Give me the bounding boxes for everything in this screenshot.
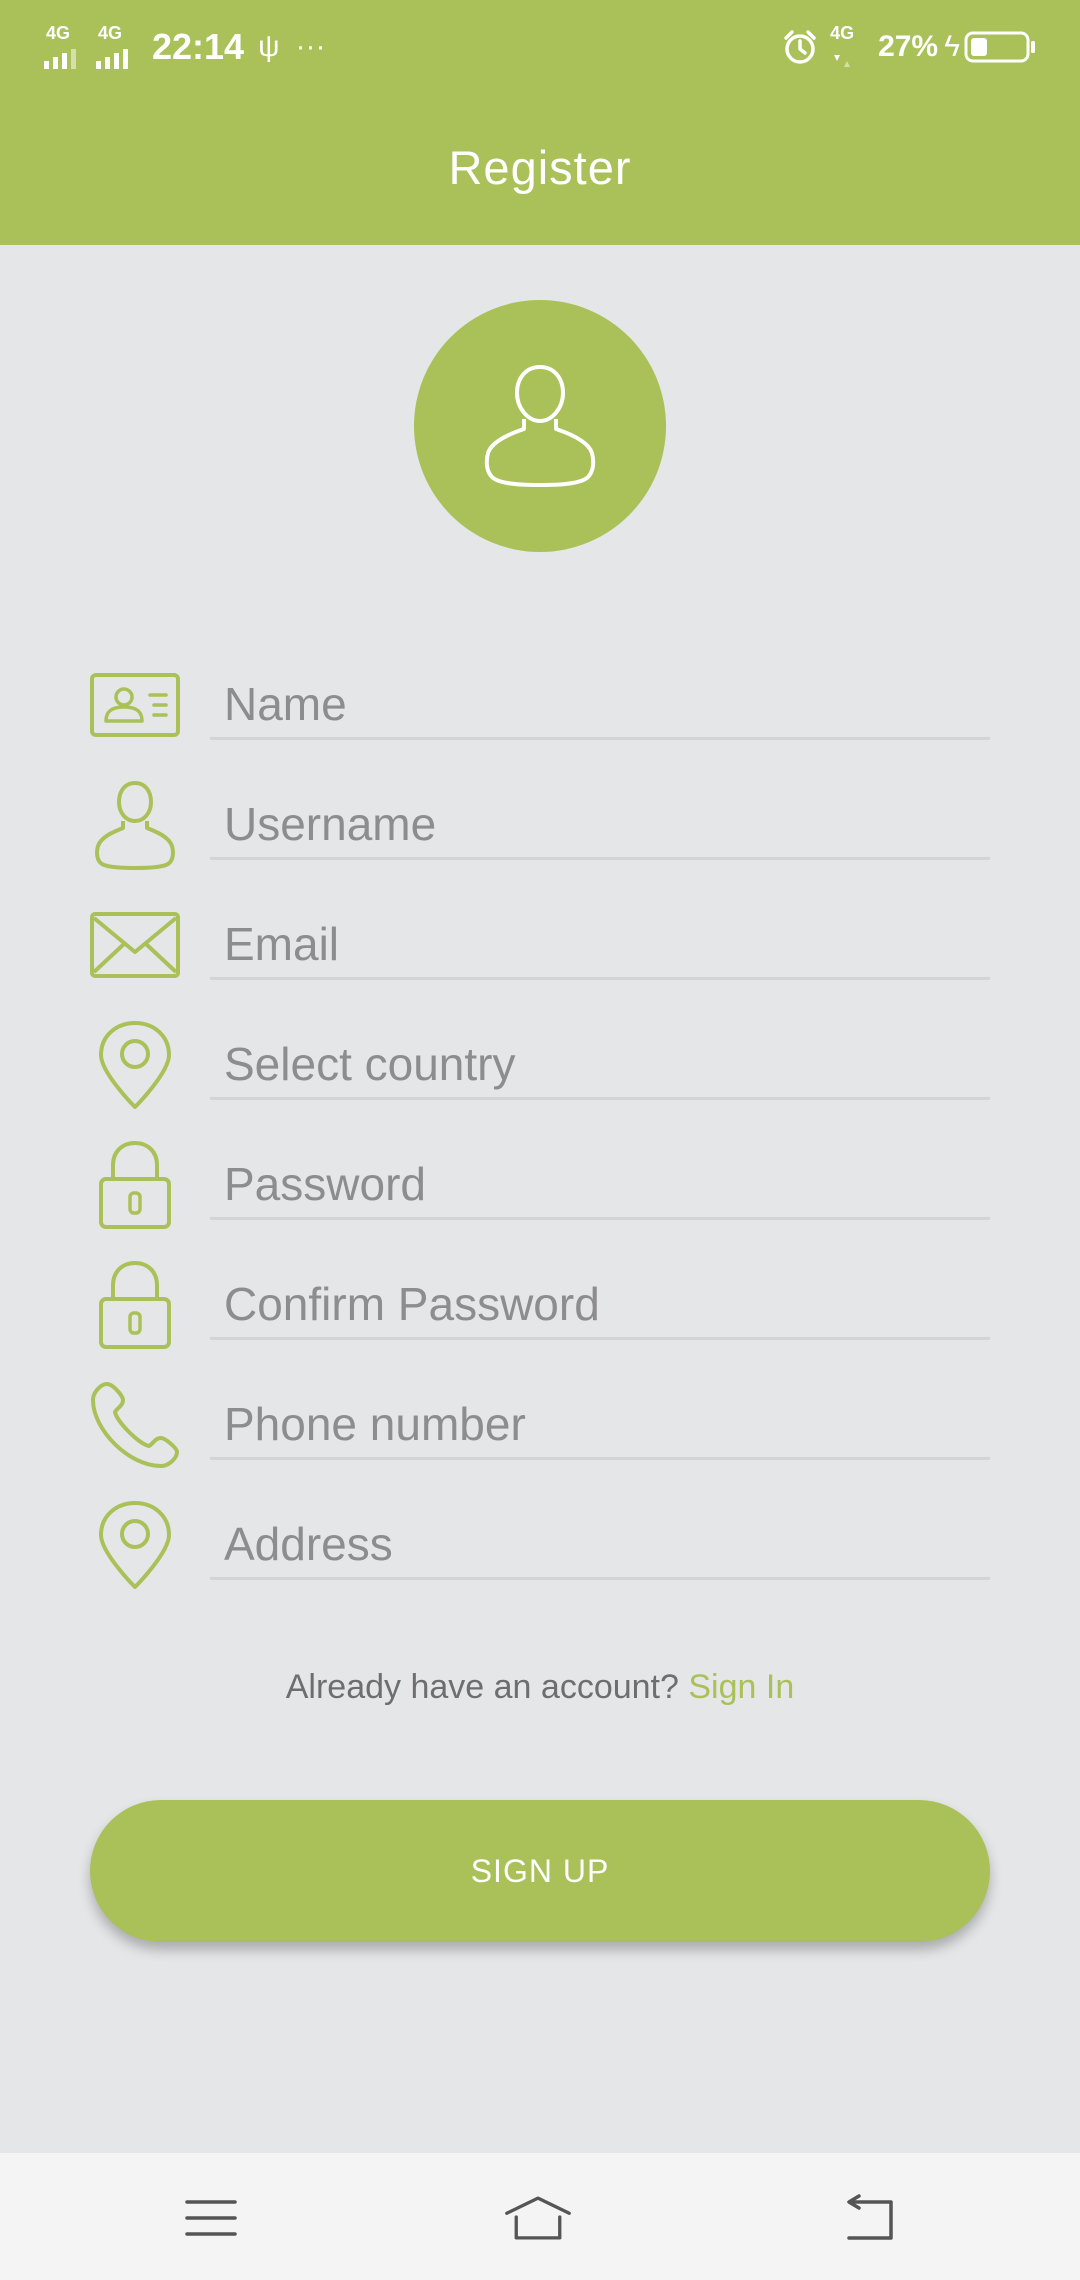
back-icon[interactable] xyxy=(834,2183,904,2253)
user-icon xyxy=(88,778,182,872)
name-input[interactable] xyxy=(210,670,990,740)
name-field-row xyxy=(0,640,1080,750)
status-right: 4G 27% ϟ xyxy=(782,22,1036,72)
confirm-password-field-row xyxy=(0,1240,1080,1350)
home-icon[interactable] xyxy=(503,2183,573,2253)
country-select[interactable] xyxy=(210,1030,990,1100)
alarm-icon xyxy=(782,29,818,65)
address-field-row xyxy=(0,1480,1080,1590)
usb-icon: ψ xyxy=(258,30,280,63)
charging-icon: ϟ xyxy=(944,30,960,63)
signup-button[interactable]: SIGN UP xyxy=(90,1800,990,1942)
data-signal-icon: 4G xyxy=(828,23,864,69)
username-field-row xyxy=(0,760,1080,870)
signal-strength-icon: 4G xyxy=(44,23,90,69)
email-input[interactable] xyxy=(210,910,990,980)
phone-icon xyxy=(88,1378,182,1472)
lock-icon xyxy=(88,1258,182,1352)
lock-icon xyxy=(88,1138,182,1232)
menu-icon[interactable] xyxy=(176,2183,246,2253)
battery-icon xyxy=(964,30,1036,64)
signal-strength-icon: 4G xyxy=(96,23,142,69)
phone-field-row xyxy=(0,1360,1080,1470)
password-field-row xyxy=(0,1120,1080,1230)
password-input[interactable] xyxy=(210,1150,990,1220)
app-header: 4G 4G 22:14 ψ ··· 4G 27% ϟ Register xyxy=(0,0,1080,245)
more-notifications-icon: ··· xyxy=(295,30,326,63)
signin-prompt-text: Already have an account? xyxy=(285,1668,679,1706)
system-nav-bar xyxy=(0,2153,1080,2280)
country-field-row xyxy=(0,1000,1080,1110)
phone-input[interactable] xyxy=(210,1390,990,1460)
address-input[interactable] xyxy=(210,1510,990,1580)
status-left: 4G 4G 22:14 ψ ··· xyxy=(44,22,341,72)
email-field-row xyxy=(0,880,1080,990)
signin-prompt: Already have an account? Sign In xyxy=(0,1668,1080,1707)
confirm-password-input[interactable] xyxy=(210,1270,990,1340)
battery-percent: 27% xyxy=(878,30,939,63)
envelope-icon xyxy=(88,898,182,992)
status-bar: 4G 4G 22:14 ψ ··· 4G 27% ϟ xyxy=(0,0,1080,100)
profile-avatar[interactable] xyxy=(414,300,666,552)
signin-link[interactable]: Sign In xyxy=(688,1668,794,1706)
page-title: Register xyxy=(448,141,632,194)
username-input[interactable] xyxy=(210,790,990,860)
location-pin-icon xyxy=(88,1018,182,1112)
clock-time: 22:14 xyxy=(152,26,245,67)
id-card-icon xyxy=(88,658,182,752)
location-pin-icon xyxy=(88,1498,182,1592)
user-avatar-icon xyxy=(484,363,596,489)
